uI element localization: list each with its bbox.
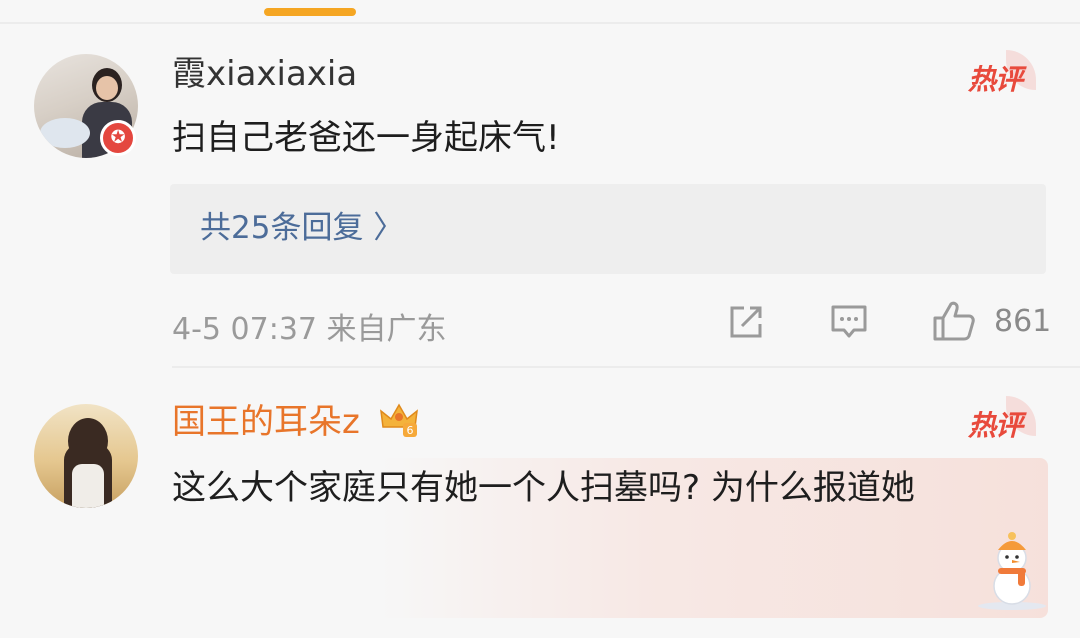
avatar[interactable] (34, 404, 138, 508)
comment-meta: 4-5 07:37 来自广东 861 (172, 300, 1052, 347)
hot-label: 热评 (968, 63, 1023, 96)
share-icon[interactable] (728, 304, 764, 340)
username-text[interactable]: 国王的耳朵z (172, 402, 360, 442)
like-count: 861 (994, 304, 1052, 339)
username[interactable]: 国王的耳朵z 6 (172, 402, 419, 443)
verified-badge-icon: ✪ (100, 120, 136, 156)
svg-text:6: 6 (406, 424, 413, 437)
hot-label: 热评 (968, 409, 1023, 442)
tab-indicator (264, 8, 356, 16)
timestamp: 4-5 07:37 来自广东 (172, 312, 447, 347)
view-replies-link[interactable]: 共25条回复 〉 (200, 208, 404, 248)
hot-comment-badge: 热评 (968, 396, 1036, 446)
comment-feed: ✪ 霞xiaxiaxia 热评 扫自己老爸还一身起床气! 共25条回复 〉 4-… (0, 0, 1080, 638)
comment-text: 扫自己老爸还一身起床气! (172, 118, 560, 158)
comment-item: ✪ 霞xiaxiaxia 热评 扫自己老爸还一身起床气! 共25条回复 〉 4-… (0, 24, 1080, 368)
comment-divider (172, 366, 1080, 368)
hot-comment-badge: 热评 (968, 50, 1036, 100)
username[interactable]: 霞xiaxiaxia (172, 54, 357, 94)
crown-level-icon: 6 (379, 402, 418, 437)
comment-icon[interactable] (830, 304, 868, 340)
snowman-decoration-icon (978, 532, 1046, 610)
like-icon[interactable] (932, 300, 976, 342)
comment-item: 国王的耳朵z 6 热评 这么大个家庭只有她一个人扫墓吗? 为什么报道她 (0, 370, 1080, 638)
comment-text: 这么大个家庭只有她一个人扫墓吗? 为什么报道她 (172, 468, 915, 508)
replies-box[interactable]: 共25条回复 〉 (170, 184, 1046, 274)
